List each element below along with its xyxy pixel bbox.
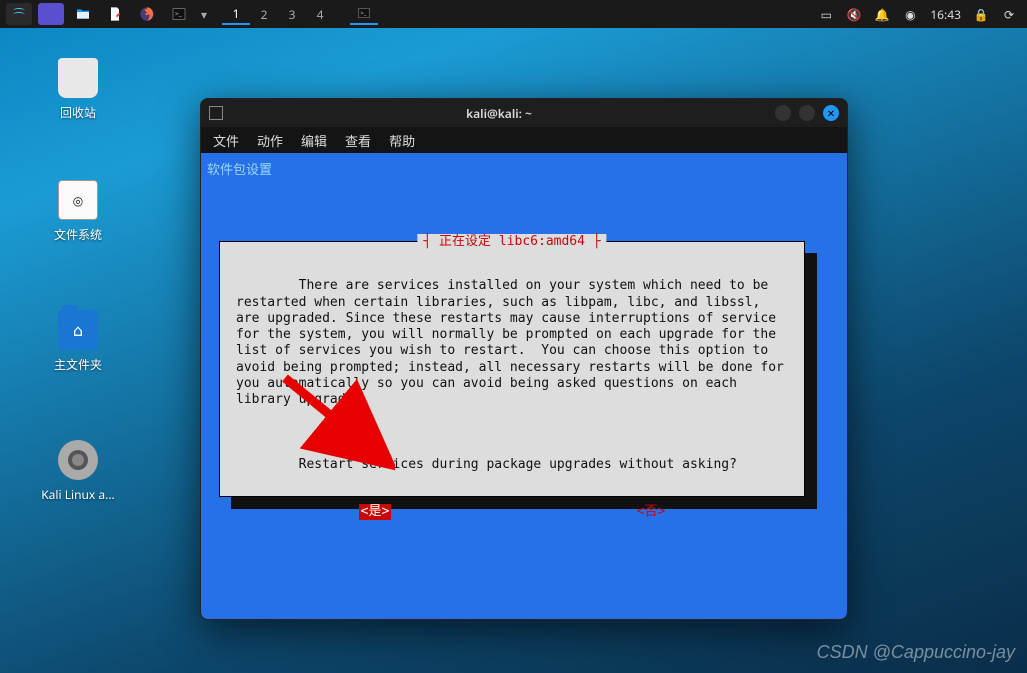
top-panel: >_ ▾ 1 2 3 4 >_ ▭ 🔇 🔔 ◉ 16:43 🔒 ⟳ xyxy=(0,0,1027,28)
menu-actions[interactable]: 动作 xyxy=(257,131,283,150)
disk-icon: ◎ xyxy=(58,180,98,220)
dialog-body-text: There are services installed on your sys… xyxy=(236,278,792,407)
dialog-title: 正在设定 libc6:amd64 xyxy=(439,234,585,249)
menu-edit[interactable]: 编辑 xyxy=(301,131,327,150)
lock-icon[interactable]: 🔒 xyxy=(973,6,989,22)
workspace-3[interactable]: 3 xyxy=(278,3,306,25)
bg-icon[interactable] xyxy=(38,3,64,25)
maximize-button[interactable] xyxy=(799,105,815,121)
svg-text:>_: >_ xyxy=(361,9,367,17)
minimize-button[interactable] xyxy=(775,105,791,121)
trash-icon xyxy=(58,58,98,98)
menu-view[interactable]: 查看 xyxy=(345,131,371,150)
power-icon[interactable]: ◉ xyxy=(902,6,918,22)
dialog-question: Restart services during package upgrades… xyxy=(299,457,737,472)
menu-file[interactable]: 文件 xyxy=(213,131,239,150)
desktop-trash[interactable]: 回收站 xyxy=(38,58,118,121)
desktop-iso[interactable]: Kali Linux a... xyxy=(38,440,118,503)
desktop-filesystem-label: 文件系统 xyxy=(38,226,118,243)
menu-icon[interactable] xyxy=(6,3,32,25)
svg-text:>_: >_ xyxy=(175,9,182,18)
terminal-launcher[interactable]: >_ xyxy=(166,3,192,25)
yes-button[interactable]: <是> xyxy=(359,504,392,520)
desktop-iso-label: Kali Linux a... xyxy=(38,486,118,503)
window-title: kali@kali: ~ xyxy=(231,105,767,122)
files-icon[interactable] xyxy=(70,3,96,25)
desktop-filesystem[interactable]: ◎ 文件系统 xyxy=(38,180,118,243)
workspace-switcher: 1 2 3 4 xyxy=(222,3,334,25)
watermark: CSDN @Cappuccino-jay xyxy=(817,642,1015,663)
terminal-body: 软件包设置 ┤ 正在设定 libc6:amd64 ├ There are ser… xyxy=(201,153,847,619)
debconf-dialog: ┤ 正在设定 libc6:amd64 ├ There are services … xyxy=(219,241,805,497)
clock[interactable]: 16:43 xyxy=(930,6,961,23)
notifications-icon[interactable]: 🔔 xyxy=(874,6,890,22)
cd-icon xyxy=(58,440,98,480)
menubar: 文件 动作 编辑 查看 帮助 xyxy=(201,127,847,153)
desktop-home-label: 主文件夹 xyxy=(38,356,118,373)
menu-help[interactable]: 帮助 xyxy=(389,131,415,150)
titlebar[interactable]: kali@kali: ~ ✕ xyxy=(201,99,847,127)
close-button[interactable]: ✕ xyxy=(823,105,839,121)
desktop-trash-label: 回收站 xyxy=(38,104,118,121)
session-icon[interactable]: ⟳ xyxy=(1001,6,1017,22)
terminal-window: kali@kali: ~ ✕ 文件 动作 编辑 查看 帮助 软件包设置 ┤ 正在… xyxy=(200,98,848,620)
taskbar-terminal[interactable]: >_ xyxy=(350,3,378,25)
desktop-home[interactable]: ⌂ 主文件夹 xyxy=(38,310,118,373)
workspace-1[interactable]: 1 xyxy=(222,3,250,25)
workspace-4[interactable]: 4 xyxy=(306,3,334,25)
tray-icon[interactable]: ▭ xyxy=(818,6,834,22)
package-config-title: 软件包设置 xyxy=(207,159,272,178)
dropdown-icon[interactable]: ▾ xyxy=(198,3,210,25)
folder-icon: ⌂ xyxy=(58,310,98,350)
window-icon xyxy=(209,106,223,120)
firefox-icon[interactable] xyxy=(134,3,160,25)
editor-icon[interactable] xyxy=(102,3,128,25)
volume-muted-icon[interactable]: 🔇 xyxy=(846,6,862,22)
no-button[interactable]: <否> xyxy=(637,504,666,520)
workspace-2[interactable]: 2 xyxy=(250,3,278,25)
